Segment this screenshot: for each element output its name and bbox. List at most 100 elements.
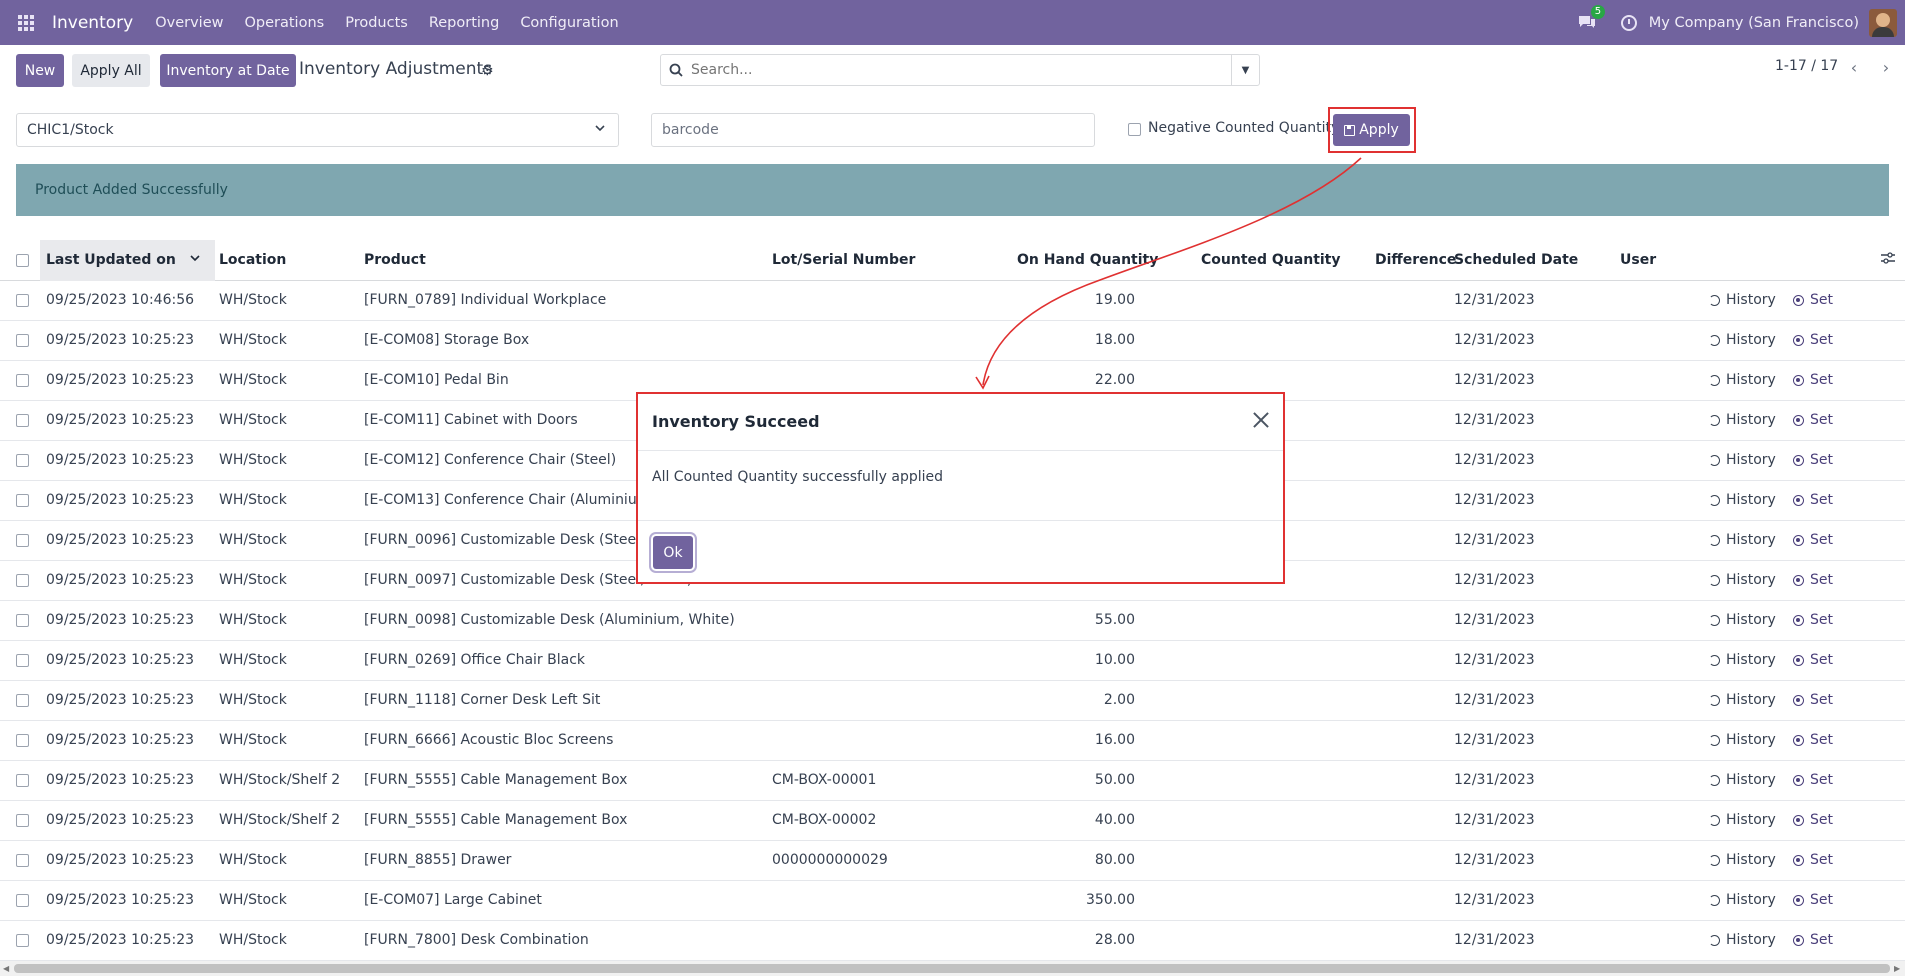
set-button[interactable]: Set	[1793, 332, 1833, 348]
set-button[interactable]: Set	[1793, 852, 1833, 868]
set-button[interactable]: Set	[1793, 612, 1833, 628]
history-button[interactable]: History	[1709, 812, 1776, 828]
scroll-left-icon[interactable]: ◀	[3, 964, 9, 973]
menu-products[interactable]: Products	[345, 15, 408, 31]
header-counted[interactable]: Counted Quantity	[1201, 252, 1341, 268]
header-lot[interactable]: Lot/Serial Number	[772, 252, 915, 268]
set-button[interactable]: Set	[1793, 532, 1833, 548]
row-checkbox[interactable]	[16, 614, 29, 627]
table-row[interactable]: 09/25/2023 10:25:23 WH/Stock [FURN_7800] D…	[0, 921, 1905, 961]
row-checkbox[interactable]	[16, 374, 29, 387]
table-row[interactable]: 09/25/2023 10:25:23 WH/Stock [FURN_0269] O…	[0, 641, 1905, 681]
apps-menu-icon[interactable]	[0, 0, 52, 45]
set-button[interactable]: Set	[1793, 492, 1833, 508]
menu-overview[interactable]: Overview	[155, 15, 223, 31]
pager-value[interactable]: 1-17 / 17	[1775, 58, 1838, 74]
table-row[interactable]: 09/25/2023 10:25:23 WH/Stock [E-COM08] Sto…	[0, 321, 1905, 361]
menu-reporting[interactable]: Reporting	[429, 15, 500, 31]
gear-icon[interactable]: ⚙	[481, 63, 494, 79]
history-button[interactable]: History	[1709, 492, 1776, 508]
row-checkbox[interactable]	[16, 534, 29, 547]
set-button[interactable]: Set	[1793, 772, 1833, 788]
row-checkbox[interactable]	[16, 854, 29, 867]
header-on-hand[interactable]: On Hand Quantity	[1017, 252, 1158, 268]
history-button[interactable]: History	[1709, 532, 1776, 548]
set-button[interactable]: Set	[1793, 372, 1833, 388]
row-checkbox[interactable]	[16, 334, 29, 347]
row-checkbox[interactable]	[16, 454, 29, 467]
history-button[interactable]: History	[1709, 652, 1776, 668]
row-checkbox[interactable]	[16, 414, 29, 427]
history-button[interactable]: History	[1709, 732, 1776, 748]
company-switcher[interactable]: My Company (San Francisco)	[1649, 15, 1859, 31]
user-avatar[interactable]	[1869, 8, 1897, 37]
table-row[interactable]: 09/25/2023 10:25:23 WH/Stock [E-COM07] Lar…	[0, 881, 1905, 921]
table-row[interactable]: 09/25/2023 10:25:23 WH/Stock [FURN_0098] C…	[0, 601, 1905, 641]
set-button[interactable]: Set	[1793, 572, 1833, 588]
apply-all-button[interactable]: Apply All	[72, 54, 150, 87]
set-button[interactable]: Set	[1793, 892, 1833, 908]
horizontal-scrollbar[interactable]: ◀ ▶	[0, 961, 1905, 976]
app-name[interactable]: Inventory	[52, 13, 133, 33]
row-checkbox[interactable]	[16, 494, 29, 507]
row-checkbox[interactable]	[16, 654, 29, 667]
pager-previous-icon[interactable]: ‹	[1840, 55, 1868, 79]
row-checkbox[interactable]	[16, 734, 29, 747]
location-select[interactable]: CHIC1/Stock	[16, 113, 619, 147]
select-all-checkbox[interactable]	[16, 254, 29, 267]
row-checkbox[interactable]	[16, 814, 29, 827]
history-button[interactable]: History	[1709, 452, 1776, 468]
set-button[interactable]: Set	[1793, 932, 1833, 948]
row-checkbox[interactable]	[16, 574, 29, 587]
history-button[interactable]: History	[1709, 332, 1776, 348]
row-checkbox[interactable]	[16, 294, 29, 307]
set-button[interactable]: Set	[1793, 292, 1833, 308]
header-location[interactable]: Location	[219, 252, 286, 268]
header-difference[interactable]: Difference	[1375, 252, 1456, 268]
row-checkbox[interactable]	[16, 774, 29, 787]
table-row[interactable]: 09/25/2023 10:25:23 WH/Stock [FURN_1118] C…	[0, 681, 1905, 721]
search-bar[interactable]: ▼	[660, 54, 1260, 86]
menu-configuration[interactable]: Configuration	[520, 15, 618, 31]
pager-next-icon[interactable]: ›	[1872, 55, 1900, 79]
menu-operations[interactable]: Operations	[244, 15, 324, 31]
table-row[interactable]: 09/25/2023 10:25:23 WH/Stock [FURN_6666] A…	[0, 721, 1905, 761]
header-scheduled[interactable]: Scheduled Date	[1454, 252, 1578, 268]
history-button[interactable]: History	[1709, 292, 1776, 308]
history-button[interactable]: History	[1709, 692, 1776, 708]
ok-button[interactable]: Ok	[653, 536, 693, 569]
inventory-at-date-button[interactable]: Inventory at Date	[160, 54, 296, 87]
history-button[interactable]: History	[1709, 892, 1776, 908]
optional-columns-icon[interactable]	[1881, 252, 1895, 268]
history-button[interactable]: History	[1709, 852, 1776, 868]
row-checkbox[interactable]	[16, 934, 29, 947]
row-checkbox[interactable]	[16, 894, 29, 907]
set-button[interactable]: Set	[1793, 692, 1833, 708]
search-input[interactable]	[691, 62, 1211, 78]
activity-clock-icon[interactable]	[1620, 14, 1637, 31]
set-button[interactable]: Set	[1793, 652, 1833, 668]
table-row[interactable]: 09/25/2023 10:25:23 WH/Stock/Shelf 2 [FURN…	[0, 801, 1905, 841]
negative-quantity-checkbox[interactable]	[1128, 123, 1141, 136]
set-button[interactable]: Set	[1793, 412, 1833, 428]
history-button[interactable]: History	[1709, 772, 1776, 788]
set-button[interactable]: Set	[1793, 452, 1833, 468]
scrollbar-thumb[interactable]	[14, 964, 1890, 973]
header-user[interactable]: User	[1620, 252, 1656, 268]
history-button[interactable]: History	[1709, 612, 1776, 628]
history-button[interactable]: History	[1709, 372, 1776, 388]
chat-icon[interactable]: 5	[1577, 4, 1606, 33]
set-button[interactable]: Set	[1793, 732, 1833, 748]
table-row[interactable]: 09/25/2023 10:25:23 WH/Stock [FURN_8855] D…	[0, 841, 1905, 881]
header-last-updated[interactable]: Last Updated on	[46, 252, 176, 268]
table-row[interactable]: 09/25/2023 10:25:23 WH/Stock/Shelf 2 [FURN…	[0, 761, 1905, 801]
set-button[interactable]: Set	[1793, 812, 1833, 828]
header-product[interactable]: Product	[364, 252, 426, 268]
row-checkbox[interactable]	[16, 694, 29, 707]
history-button[interactable]: History	[1709, 572, 1776, 588]
history-button[interactable]: History	[1709, 412, 1776, 428]
history-button[interactable]: History	[1709, 932, 1776, 948]
close-icon[interactable]	[1252, 411, 1270, 429]
search-options-toggle[interactable]: ▼	[1231, 55, 1259, 85]
new-button[interactable]: New	[16, 54, 64, 87]
